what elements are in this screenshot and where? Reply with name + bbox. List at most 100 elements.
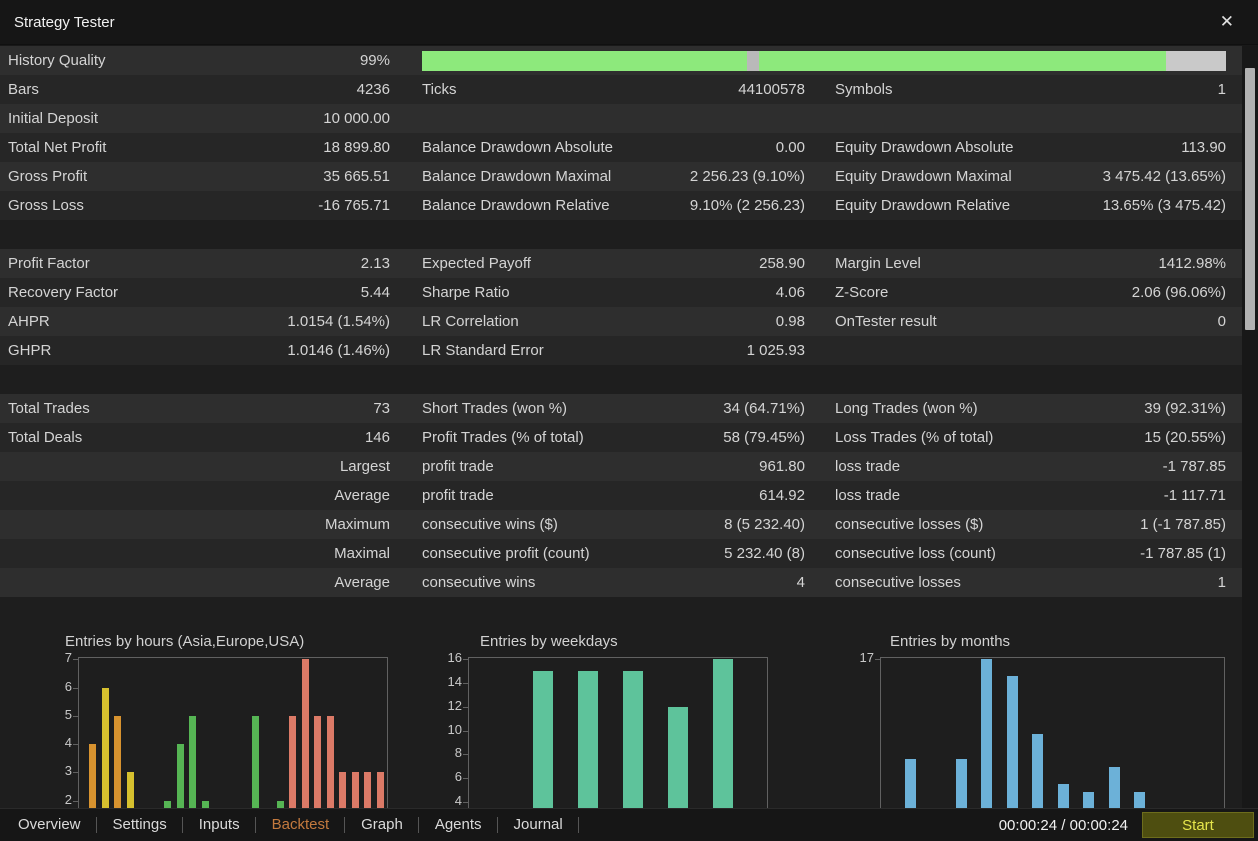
chart-hours: Entries by hours (Asia,Europe,USA) 7 6 5 4 3 2 [0, 626, 400, 808]
stat-value: Average [334, 574, 390, 591]
bar [955, 758, 967, 808]
stat-value: 1.0146 (1.46%) [287, 342, 390, 359]
y-tick-label: 14 [447, 673, 462, 689]
bar [376, 772, 384, 808]
stat-label: Symbols [835, 81, 893, 98]
stat-label: Profit Trades (% of total) [422, 429, 584, 446]
stat-value: 2.06 (96.06%) [1131, 284, 1226, 301]
tab-agents[interactable]: Agents [419, 809, 498, 841]
stat-value: 113.90 [1181, 139, 1226, 156]
stat-label: Initial Deposit [8, 110, 99, 127]
vertical-scrollbar[interactable] [1242, 46, 1258, 808]
y-tick-label: 2 [64, 791, 72, 807]
stat-value: 1 [1217, 81, 1226, 98]
bar [533, 671, 553, 808]
scrollbar-thumb[interactable] [1245, 68, 1255, 330]
y-tick-mark [463, 778, 469, 780]
stat-label: consecutive wins ($) [422, 516, 558, 533]
y-tick-label: 12 [447, 697, 462, 713]
tab-graph[interactable]: Graph [345, 809, 419, 841]
stats-row: Total Deals 146 Profit Trades (% of total)… [0, 423, 1242, 452]
stats-row: Maximum consecutive wins ($) 8 (5 232.40) c… [0, 510, 1242, 539]
stats-row: Recovery Factor 5.44 Sharpe Ratio 4.06 Z-Sco… [0, 278, 1242, 307]
bar [351, 772, 359, 808]
stat-value: 34 (64.71%) [723, 400, 805, 417]
history-quality-progress-bar [422, 50, 1226, 71]
stat-value: 13.65% (3 475.42) [1102, 197, 1226, 214]
bar [364, 772, 371, 808]
stat-label: profit trade [422, 458, 494, 475]
start-button[interactable]: Start [1142, 812, 1254, 838]
stats-row: History Quality 99% [0, 46, 1242, 75]
chart-weekdays: Entries by weekdays 16 14 12 10 8 6 4 [420, 626, 780, 808]
stat-value: -1 117.71 [1163, 487, 1226, 504]
tab-overview[interactable]: Overview [2, 809, 97, 841]
stat-value: 3 475.42 (13.65%) [1102, 168, 1226, 185]
stat-value: 0 [1217, 313, 1226, 330]
stats-row: Average consecutive wins 4 consecutive loss… [0, 568, 1242, 597]
bar [904, 758, 916, 808]
bar [1108, 767, 1120, 808]
stat-value: 44100578 [738, 81, 805, 98]
tabs: Overview Settings Inputs Backtest Graph Agent… [2, 809, 579, 841]
bar [251, 715, 259, 808]
stat-label: loss trade [835, 458, 901, 475]
stats-row: Gross Profit 35 665.51 Balance Drawdown Ma… [0, 162, 1242, 191]
stat-value: 1 025.93 [746, 342, 805, 359]
elapsed-time: 00:00:24 / 00:00:24 [998, 816, 1128, 834]
stat-value: 8 (5 232.40) [724, 516, 805, 533]
y-tick-label: 7 [64, 650, 72, 666]
y-tick-mark [73, 715, 79, 717]
chart-title: Entries by hours (Asia,Europe,USA) [65, 633, 305, 650]
stats-row: Total Trades 73 Short Trades (won %) 34 (64… [0, 394, 1242, 423]
tab-settings[interactable]: Settings [97, 809, 183, 841]
stats-row: Average profit trade 614.92 loss trade -1 11… [0, 481, 1242, 510]
y-tick-label: 10 [447, 721, 462, 737]
stat-value: 1412.98% [1158, 255, 1226, 272]
bar [201, 800, 209, 808]
tab-backtest[interactable]: Backtest [256, 809, 346, 841]
stat-value: 0.00 [775, 139, 805, 156]
y-tick-mark [463, 730, 469, 732]
y-tick-mark [73, 659, 79, 661]
stat-label: Sharpe Ratio [422, 284, 510, 301]
y-tick-mark [73, 744, 79, 746]
stat-value: Average [334, 487, 390, 504]
stat-value: 73 [373, 400, 390, 417]
stat-value: 99% [359, 52, 390, 69]
stat-label: Expected Payoff [422, 255, 531, 272]
chart-months: Entries by months 17 [835, 626, 1242, 808]
y-tick-mark [463, 754, 469, 756]
stat-label: Total Deals [8, 429, 83, 446]
tab-inputs[interactable]: Inputs [183, 809, 256, 841]
progress-segment [758, 50, 1166, 71]
stat-value: 5.44 [360, 284, 390, 301]
stat-value: Maximal [334, 545, 390, 562]
stat-value: 39 (92.31%) [1144, 400, 1226, 417]
bar [1006, 675, 1018, 808]
bar [1134, 791, 1145, 808]
bar [578, 671, 598, 808]
y-tick-mark [875, 659, 881, 661]
progress-segment [746, 50, 759, 71]
stat-label: Loss Trades (% of total) [835, 429, 994, 446]
tab-bar: Overview Settings Inputs Backtest Graph Agent… [0, 808, 1258, 841]
stat-value: 0.98 [775, 313, 805, 330]
y-tick-label: 3 [64, 763, 72, 779]
stat-value: Maximum [324, 516, 390, 533]
stats-row: Initial Deposit 10 000.00 [0, 104, 1242, 133]
tab-journal[interactable]: Journal [498, 809, 579, 841]
bar [176, 744, 184, 808]
stat-value: 9.10% (2 256.23) [689, 197, 805, 214]
stat-label: consecutive wins [422, 574, 536, 591]
y-tick-label: 8 [454, 745, 462, 761]
y-tick-label: 6 [64, 678, 72, 694]
stat-value: 5 232.40 (8) [724, 545, 805, 562]
stat-value: 35 665.51 [323, 168, 390, 185]
stats-row: Maximal consecutive profit (count) 5 232.4… [0, 539, 1242, 568]
close-icon[interactable]: ✕ [1210, 10, 1244, 34]
stats-row: AHPR 1.0154 (1.54%) LR Correlation 0.98 OnTe… [0, 307, 1242, 336]
stat-label: Total Trades [8, 400, 90, 417]
stat-label: LR Standard Error [422, 342, 544, 359]
bar [276, 800, 284, 808]
